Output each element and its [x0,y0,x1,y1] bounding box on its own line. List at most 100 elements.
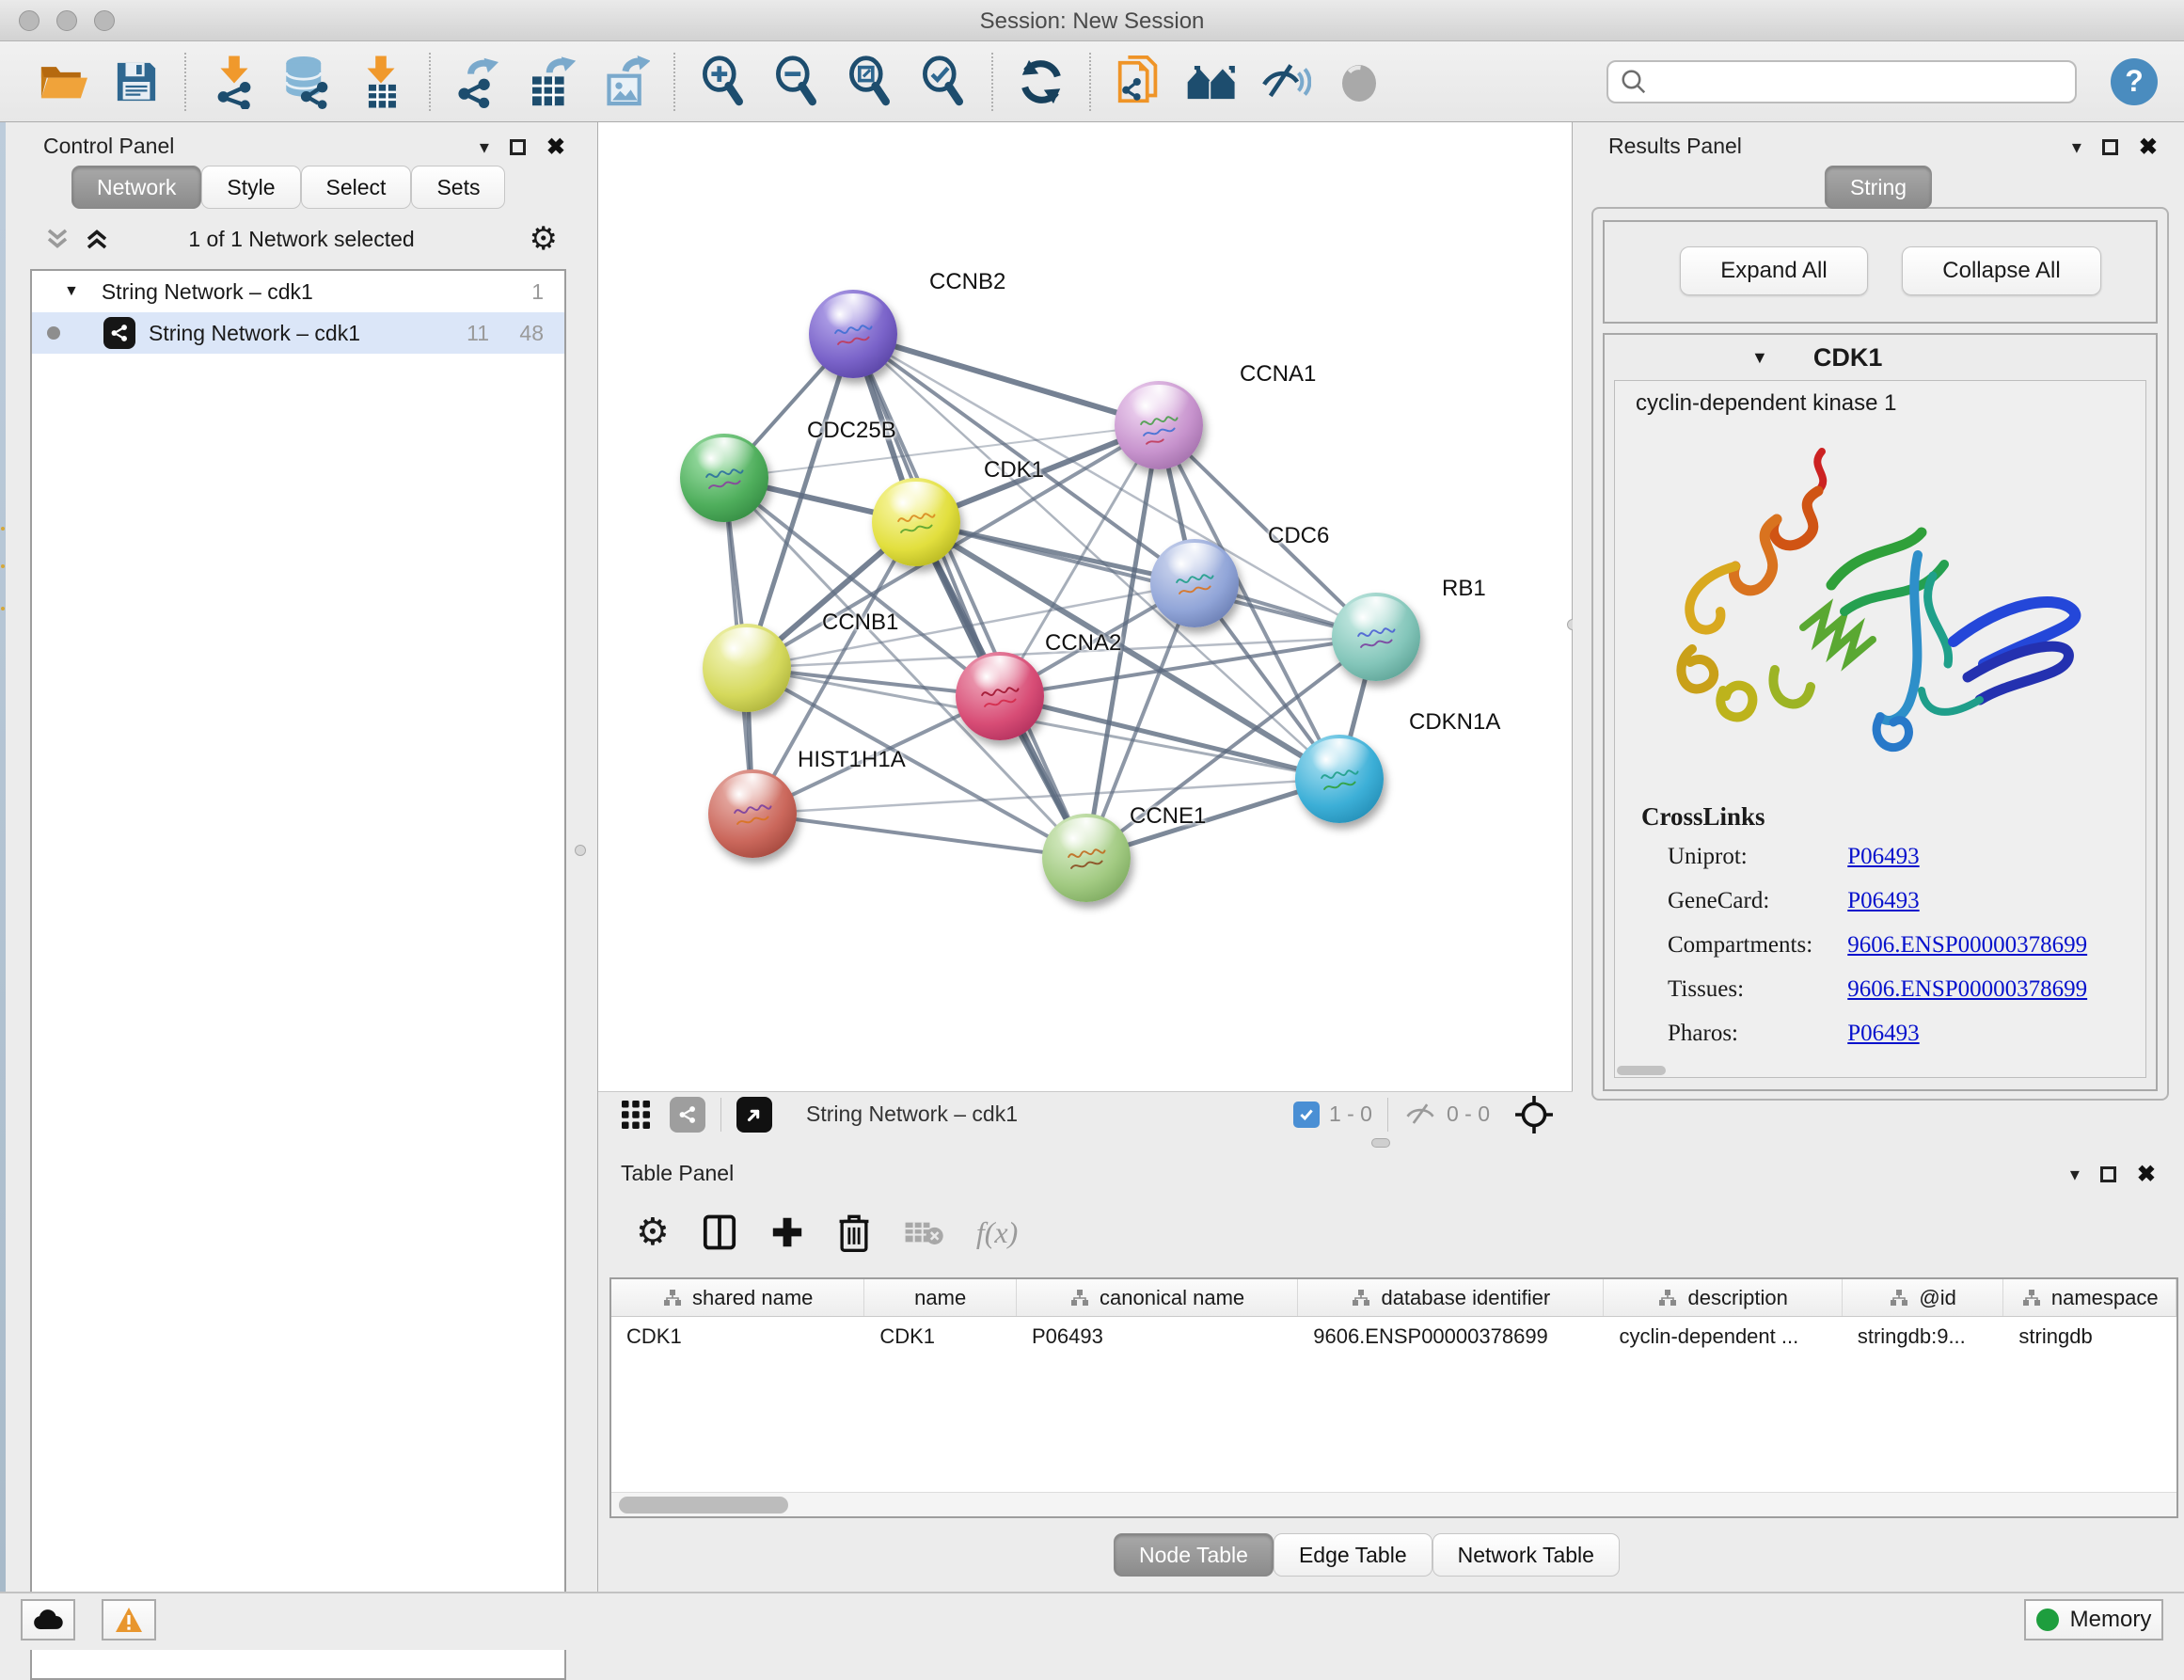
import-network-database-button[interactable] [271,48,344,116]
network-row[interactable]: String Network – cdk1 11 48 [32,312,564,354]
memory-button[interactable]: Memory [2024,1599,2163,1640]
network-node-HIST1H1A[interactable] [708,769,797,858]
tab-network-table[interactable]: Network Table [1432,1533,1620,1577]
string-home-button[interactable] [1176,48,1249,116]
zoom-out-button[interactable] [760,48,833,116]
table-hscrollbar[interactable] [611,1492,2176,1516]
table-panel-float-icon[interactable] [2100,1166,2116,1182]
import-network-file-button[interactable] [198,48,271,116]
table-settings-gear-icon[interactable]: ⚙ [636,1213,670,1251]
network-node-CDC6[interactable] [1150,539,1239,627]
export-table-button[interactable] [515,48,589,116]
network-node-CDK1[interactable] [872,478,960,566]
table-cell[interactable]: stringdb:9... [1843,1317,2004,1356]
hidden-eye-icon[interactable] [1403,1101,1437,1129]
column-header-namespace[interactable]: namespace [2003,1279,2176,1316]
help-button[interactable]: ? [2111,58,2158,105]
warnings-button[interactable] [102,1599,156,1640]
collection-expander-icon[interactable]: ▼ [64,283,79,300]
network-edge-HIST1H1A-CCNE1[interactable] [752,814,1086,858]
show-columns-icon[interactable] [702,1212,737,1252]
crosslink-link[interactable]: P06493 [1847,1021,1919,1046]
horizontal-splitter-handle[interactable] [1371,1138,1390,1148]
gene-expander-icon[interactable]: ▼ [1751,348,1768,368]
crosslink-link[interactable]: P06493 [1847,888,1919,913]
column-header-name[interactable]: name [864,1279,1017,1316]
results-scrollbar-thumb[interactable] [1617,1066,1666,1075]
string-view-icon[interactable] [670,1097,705,1133]
zoom-selected-button[interactable] [907,48,980,116]
network-node-CCNB2[interactable] [809,290,897,378]
apply-layout-button[interactable] [1005,48,1078,116]
control-panel-menu-icon[interactable]: ▾ [480,135,489,159]
export-image-button[interactable] [589,48,662,116]
gene-section-header[interactable]: ▼ CDK1 [1605,335,2156,380]
control-panel-float-icon[interactable] [510,139,526,155]
table-panel-menu-icon[interactable]: ▾ [2070,1163,2080,1186]
network-node-CDC25B[interactable] [680,434,768,522]
tab-edge-table[interactable]: Edge Table [1274,1533,1432,1577]
search-input[interactable] [1648,70,2062,94]
tab-style[interactable]: Style [201,166,300,209]
column-header-shared-name[interactable]: shared name [611,1279,864,1316]
delete-table-icon[interactable] [903,1216,944,1248]
table-cell[interactable]: CDK1 [864,1317,1017,1356]
collapse-all-button[interactable]: Collapse All [1902,246,2101,295]
table-row[interactable]: CDK1CDK1P064939606.ENSP00000378699cyclin… [611,1317,2176,1356]
results-panel-menu-icon[interactable]: ▾ [2072,135,2081,159]
string-import-button[interactable] [1102,48,1176,116]
column-header-canonical-name[interactable]: canonical name [1017,1279,1298,1316]
network-edge-CCNB2-CCNA1[interactable] [853,334,1159,425]
table-cell[interactable]: cyclin-dependent ... [1604,1317,1842,1356]
network-node-RB1[interactable] [1332,593,1420,681]
tab-network[interactable]: Network [71,166,201,209]
crosslink-link[interactable]: 9606.ENSP00000378699 [1847,976,2087,1002]
zoom-fit-button[interactable] [833,48,907,116]
control-panel-close-icon[interactable]: ✖ [546,136,565,159]
table-cell[interactable]: 9606.ENSP00000378699 [1298,1317,1604,1356]
selected-checkbox-icon[interactable] [1293,1102,1320,1128]
network-options-gear-icon[interactable]: ⚙ [530,223,558,255]
tab-string[interactable]: String [1825,166,1932,209]
detach-view-icon[interactable] [736,1097,772,1133]
network-edge-CCNB2-CCNE1[interactable] [853,334,1086,858]
gray-eye-button[interactable] [1322,48,1396,116]
results-panel-close-icon[interactable]: ✖ [2139,136,2158,159]
expand-all-button[interactable]: Expand All [1680,246,1868,295]
save-session-button[interactable] [100,48,173,116]
cloud-status-button[interactable] [21,1599,75,1640]
delete-column-icon[interactable] [837,1212,871,1253]
column-header--id[interactable]: @id [1843,1279,2004,1316]
network-node-CCNA2[interactable] [956,652,1044,740]
network-canvas[interactable]: CCNB2CCNA1CDC25BCDK1CDC6RB1CCNB1CCNA2CDK… [598,122,1573,1091]
table-cell[interactable]: CDK1 [611,1317,864,1356]
tab-sets[interactable]: Sets [411,166,505,209]
birds-eye-crosshair-icon[interactable] [1514,1095,1554,1134]
table-panel-close-icon[interactable]: ✖ [2137,1164,2156,1186]
tab-select[interactable]: Select [301,166,412,209]
results-panel-float-icon[interactable] [2102,139,2118,155]
grid-view-icon[interactable] [619,1098,653,1132]
import-table-file-button[interactable] [344,48,418,116]
enhanced-labels-button[interactable] [1249,48,1322,116]
column-header-database-identifier[interactable]: database identifier [1298,1279,1604,1316]
function-builder-icon[interactable]: f(x) [976,1215,1018,1250]
network-collection-row[interactable]: ▼ String Network – cdk1 1 [32,271,564,312]
crosslink-link[interactable]: P06493 [1847,844,1919,869]
crosslink-link[interactable]: 9606.ENSP00000378699 [1847,932,2087,958]
table-cell[interactable]: P06493 [1017,1317,1298,1356]
network-node-CCNB1[interactable] [703,624,791,712]
network-node-CDKN1A[interactable] [1295,735,1384,823]
column-header-description[interactable]: description [1604,1279,1842,1316]
tab-node-table[interactable]: Node Table [1114,1533,1274,1577]
add-column-icon[interactable] [769,1214,805,1250]
network-node-CCNE1[interactable] [1042,814,1131,902]
search-box[interactable] [1606,60,2077,103]
export-network-button[interactable] [442,48,515,116]
zoom-in-button[interactable] [687,48,760,116]
left-splitter-handle[interactable] [575,845,586,856]
table-cell[interactable]: stringdb [2003,1317,2176,1356]
network-node-CCNA1[interactable] [1115,381,1203,469]
open-session-button[interactable] [26,48,100,116]
table-hscrollbar-thumb[interactable] [619,1497,788,1514]
